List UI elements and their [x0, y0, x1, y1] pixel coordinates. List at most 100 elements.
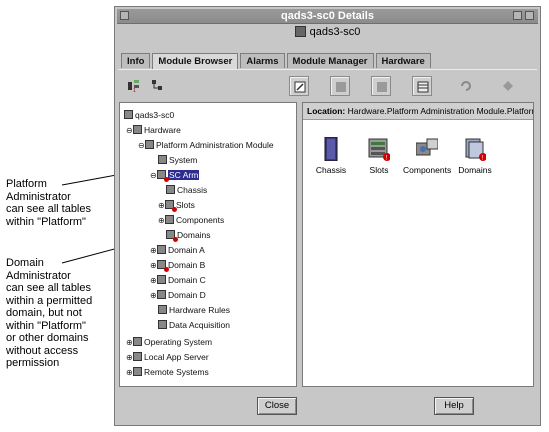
- alarm-badge-icon: [172, 207, 177, 212]
- tree-node-data-acquisition[interactable]: Data Acquisition: [158, 319, 230, 331]
- refresh-button[interactable]: [456, 76, 476, 96]
- tree-node-operating-system[interactable]: ⊕ Operating System: [126, 336, 212, 348]
- sc-arm-icon: [157, 170, 169, 182]
- module-icon: [145, 140, 154, 149]
- rules-icon: [158, 305, 167, 314]
- alarm-badge-icon: [173, 237, 178, 242]
- expand-icon[interactable]: ⊕: [150, 290, 157, 302]
- collapse-icon[interactable]: ⊖: [138, 140, 145, 152]
- system-icon: [158, 155, 167, 164]
- alarm-badge-icon: [164, 267, 169, 272]
- tree-node-local-app-server[interactable]: ⊕ Local App Server: [126, 351, 209, 363]
- tree-node-domain-d[interactable]: ⊕ Domain D: [150, 289, 206, 301]
- components-icon: [415, 137, 439, 161]
- object-chassis[interactable]: Chassis: [307, 136, 355, 175]
- window-title: qads3-sc0 Details: [281, 10, 374, 22]
- expand-icon[interactable]: ⊕: [158, 215, 165, 227]
- table-view-icon: [417, 81, 429, 93]
- object-components[interactable]: Components: [403, 137, 451, 175]
- host-header: qads3-sc0: [115, 26, 540, 44]
- tree-node-domains[interactable]: Domains: [166, 229, 211, 242]
- application-icon: [133, 352, 142, 361]
- graph-icon: [377, 82, 387, 92]
- edit-properties-icon: [294, 81, 306, 93]
- minimize-button[interactable]: [513, 11, 522, 20]
- chassis-icon: [320, 136, 342, 162]
- table-view-button[interactable]: [412, 76, 432, 96]
- host-name: qads3-sc0: [309, 26, 361, 38]
- expand-icon[interactable]: ⊕: [150, 260, 157, 272]
- toolbar: 1: [118, 69, 537, 102]
- tab-info[interactable]: Info: [121, 53, 151, 68]
- tree-view-toggle-button[interactable]: 1: [124, 76, 144, 96]
- tab-bar: Info Module Browser Alarms Module Manage…: [121, 53, 431, 69]
- selected-node-label: SC Arm: [168, 170, 200, 180]
- tree-node-sc-arm[interactable]: ⊖ SC Arm: [150, 169, 200, 182]
- module-contents-panel: Location: Hardware.Platform Administrati…: [302, 102, 534, 387]
- hardware-icon: [133, 125, 142, 134]
- collapse-icon[interactable]: ⊖: [126, 125, 133, 137]
- navigate-button[interactable]: [498, 76, 518, 96]
- platform-administrator-annotation: Platform Administrator can see all table…: [6, 178, 91, 228]
- tree-node-domain-b[interactable]: ⊕ Domain B: [150, 259, 205, 272]
- domains-icon: [166, 230, 178, 242]
- alarm-badge-icon: [164, 177, 169, 182]
- object-slots[interactable]: ! Slots: [355, 137, 403, 175]
- hierarchy-icon: [152, 80, 162, 90]
- module-tree[interactable]: qads3-sc0 ⊖ Hardware ⊖ Platform Administra…: [119, 102, 297, 387]
- domain-icon: [157, 275, 166, 284]
- tree-node-chassis[interactable]: Chassis: [166, 184, 207, 196]
- graph-button[interactable]: [371, 76, 391, 96]
- details-window: qads3-sc0 Details qads3-sc0 Info Module …: [114, 6, 541, 426]
- expand-icon[interactable]: ⊕: [126, 337, 133, 349]
- chassis-icon: [166, 185, 175, 194]
- expand-icon[interactable]: ⊕: [150, 275, 157, 287]
- hierarchy-view-button[interactable]: [148, 76, 168, 96]
- tab-alarms[interactable]: Alarms: [240, 53, 285, 68]
- tree-node-hardware[interactable]: ⊖ Hardware: [126, 124, 181, 136]
- data-acquisition-icon: [158, 320, 167, 329]
- operating-system-icon: [133, 337, 142, 346]
- expand-icon[interactable]: ⊕: [126, 367, 133, 379]
- host-icon: [124, 110, 133, 119]
- domain-administrator-annotation: Domain Administrator can see all tables …: [6, 257, 93, 369]
- help-button[interactable]: Help: [434, 397, 474, 415]
- expand-icon[interactable]: ⊕: [150, 245, 157, 257]
- tab-module-browser[interactable]: Module Browser: [152, 53, 239, 69]
- expand-icon[interactable]: ⊕: [158, 200, 165, 212]
- domain-icon: [157, 260, 169, 272]
- tree-node-domain-a[interactable]: ⊕ Domain A: [150, 244, 205, 256]
- collapse-icon[interactable]: ⊖: [150, 170, 157, 182]
- domain-icon: [157, 290, 166, 299]
- host-icon: [294, 26, 306, 37]
- tree-node-domain-c[interactable]: ⊕ Domain C: [150, 274, 206, 286]
- tree-node-hardware-rules[interactable]: Hardware Rules: [158, 304, 230, 316]
- slots-icon: !: [368, 137, 391, 162]
- tab-hardware[interactable]: Hardware: [375, 53, 431, 68]
- tree-view-icon: 1: [128, 80, 139, 92]
- location-path: Hardware.Platform Administration Module.…: [347, 106, 534, 116]
- properties-button[interactable]: [289, 76, 309, 96]
- refresh-icon: [461, 81, 471, 91]
- location-label: Location:: [307, 106, 346, 116]
- tree-node-platform-admin-module[interactable]: ⊖ Platform Administration Module: [138, 139, 274, 151]
- object-domains[interactable]: ! Domains: [451, 137, 499, 175]
- title-bar[interactable]: qads3-sc0 Details: [117, 9, 538, 24]
- domains-icon: !: [464, 137, 487, 162]
- maximize-button[interactable]: [525, 11, 534, 20]
- tab-module-manager[interactable]: Module Manager: [286, 53, 374, 68]
- tree-node-system[interactable]: System: [158, 154, 197, 166]
- remote-systems-icon: [133, 367, 142, 376]
- tree-node-remote-systems[interactable]: ⊕ Remote Systems: [126, 366, 209, 378]
- tree-node-components[interactable]: ⊕ Components: [158, 214, 224, 226]
- components-icon: [165, 215, 174, 224]
- tree-node-host[interactable]: qads3-sc0: [124, 109, 174, 121]
- expand-icon[interactable]: ⊕: [126, 352, 133, 364]
- navigate-icon: [503, 81, 513, 91]
- attribute-editor-button[interactable]: [330, 76, 350, 96]
- svg-text:1: 1: [133, 88, 136, 92]
- domain-icon: [157, 245, 166, 254]
- attribute-editor-icon: [336, 82, 346, 92]
- tree-node-slots[interactable]: ⊕ Slots: [158, 199, 195, 212]
- close-button[interactable]: Close: [257, 397, 297, 415]
